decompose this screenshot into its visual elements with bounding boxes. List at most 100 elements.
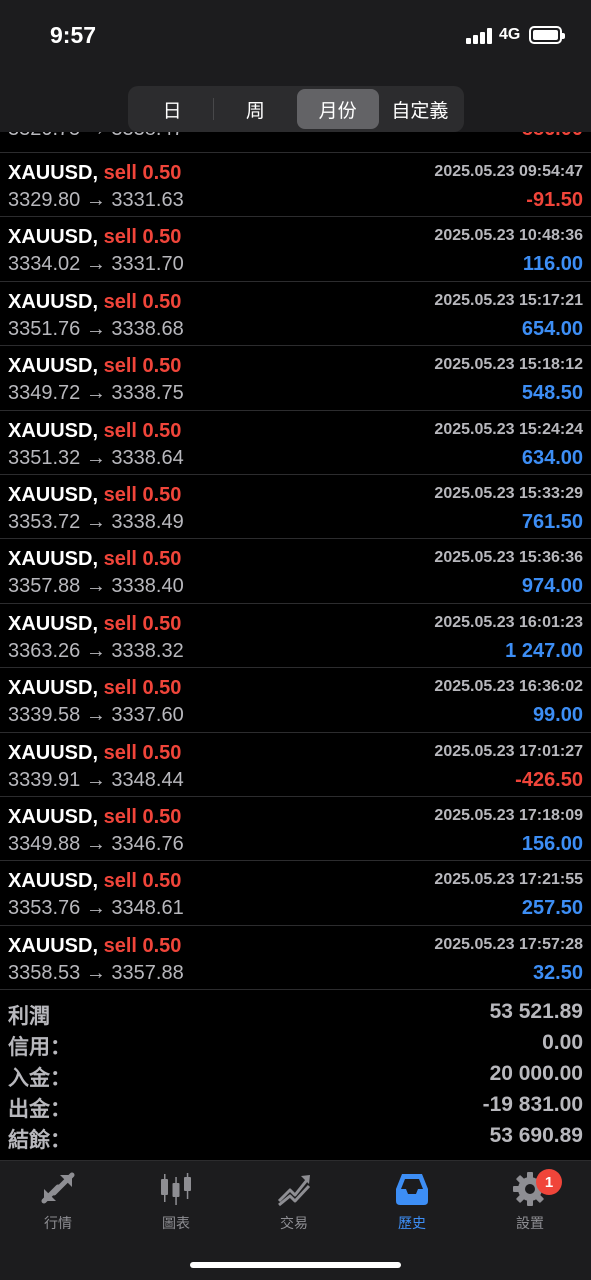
trade-row[interactable]: XAUUSD, sell 0.50 2025.05.23 15:33:29 3353… [0, 475, 591, 540]
trade-side-volume: sell 0.50 [103, 677, 182, 700]
trade-prices: 3339.91 → 3348.44 [8, 768, 184, 791]
trade-prices: 3351.76 → 3338.68 [8, 317, 184, 340]
segment-month[interactable]: 月份 [296, 89, 379, 129]
tab-trade[interactable]: 交易 [244, 1171, 344, 1241]
trade-row[interactable]: XAUUSD, sell 0.50 2025.05.23 16:36:02 3339… [0, 668, 591, 733]
tab-charts-label: 圖表 [162, 1215, 190, 1231]
trade-row[interactable]: XAUUSD, sell 0.50 2025.05.23 17:21:55 3353… [0, 861, 591, 926]
trade-symbol: XAUUSD, [8, 226, 99, 249]
tab-settings-label: 設置 [516, 1215, 544, 1231]
trade-symbol: XAUUSD, [8, 290, 99, 313]
trade-side-volume: sell 0.50 [103, 934, 182, 957]
trade-row-partial[interactable]: 3320.75 → 3338.47 -886.00 [0, 132, 591, 153]
trade-profit: 116.00 [522, 253, 583, 276]
trade-side-volume: sell 0.50 [103, 612, 182, 635]
home-indicator[interactable] [190, 1262, 401, 1268]
trade-symbol: XAUUSD, [8, 677, 99, 700]
trade-prices: 3363.26 → 3338.32 [8, 639, 184, 662]
trade-side-volume: sell 0.50 [103, 548, 182, 571]
trade-symbol-line: XAUUSD, sell 0.50 [8, 548, 181, 571]
tab-settings[interactable]: 1 設置 [480, 1169, 580, 1241]
summary-value: -19 831.00 [482, 1093, 583, 1116]
trade-symbol-line: XAUUSD, sell 0.50 [8, 613, 181, 636]
trade-row[interactable]: XAUUSD, sell 0.50 2025.05.23 17:57:28 3358… [0, 926, 591, 991]
trade-profit: 974.00 [521, 575, 583, 598]
trade-prices: 3329.80 → 3331.63 [8, 189, 184, 211]
trade-profit: -426.50 [515, 768, 583, 791]
summary-label: 結餘： [8, 1129, 71, 1152]
trade-close-time: 2025.05.23 17:18:09 [434, 806, 583, 824]
summary-value: 53 521.89 [489, 1000, 583, 1023]
trade-prices: 3358.53 → 3357.88 [8, 961, 184, 984]
top-bar: 9:57 4G 日 周 月份 自定義 [0, 0, 591, 132]
trade-symbol-line: XAUUSD, sell 0.50 [8, 226, 181, 249]
trade-row[interactable]: XAUUSD, sell 0.50 2025.05.23 15:18:12 3349… [0, 346, 591, 411]
trade-row[interactable]: XAUUSD, sell 0.50 2025.05.23 16:01:23 3363… [0, 604, 591, 669]
trade-symbol: XAUUSD, [8, 548, 99, 571]
trade-symbol: XAUUSD, [8, 162, 99, 184]
trade-prices: 3339.58 → 3337.60 [8, 704, 184, 727]
segment-custom[interactable]: 自定義 [379, 89, 461, 129]
summary-label: 利潤 [8, 1005, 50, 1028]
trade-profit: 548.50 [521, 382, 583, 405]
trade-symbol: XAUUSD, [8, 741, 99, 764]
trade-symbol: XAUUSD, [8, 612, 99, 635]
trade-close-time: 2025.05.23 16:36:02 [434, 678, 583, 696]
trade-row[interactable]: XAUUSD, sell 0.50 2025.05.23 10:48:36 3334… [0, 217, 591, 282]
trade-prices: 3334.02 → 3331.70 [8, 253, 184, 276]
trade-row[interactable]: XAUUSD, sell 0.50 2025.05.23 17:01:27 3339… [0, 733, 591, 797]
trade-history-list: 3320.75 → 3338.47 -886.00 XAUUSD, sell 0.5… [0, 132, 591, 991]
trade-close-time: 2025.05.23 09:54:47 [434, 163, 583, 180]
trade-symbol-line: XAUUSD, sell 0.50 [8, 677, 181, 700]
trade-prices: 3357.88 → 3338.40 [8, 575, 184, 598]
segment-week[interactable]: 周 [214, 89, 296, 129]
summary-row: 信用： 0.00 [0, 1031, 591, 1062]
summary-row: 入金： 20 000.00 [0, 1062, 591, 1093]
trade-symbol: XAUUSD, [8, 355, 99, 378]
trade-prices: 3349.72 → 3338.75 [8, 382, 184, 405]
trade-close-time: 2025.05.23 10:48:36 [434, 227, 583, 245]
tab-quotes-label: 行情 [44, 1215, 72, 1231]
trade-symbol: XAUUSD, [8, 870, 99, 893]
trade-row[interactable]: XAUUSD, sell 0.50 2025.05.23 15:24:24 3351… [0, 411, 591, 475]
summary-row: 出金： -19 831.00 [0, 1093, 591, 1124]
chart-icon [161, 1173, 191, 1205]
trade-row[interactable]: XAUUSD, sell 0.50 2025.05.23 15:17:21 3351… [0, 282, 591, 347]
trade-profit: 156.00 [521, 832, 583, 855]
cellular-signal-icon [466, 28, 494, 44]
trade-row[interactable]: XAUUSD, sell 0.50 2025.05.23 17:18:09 3349… [0, 797, 591, 862]
network-type: 4G [499, 26, 521, 43]
trade-side-volume: sell 0.50 [103, 290, 182, 313]
trade-prices: 3351.32 → 3338.64 [8, 446, 184, 469]
trade-row[interactable]: XAUUSD, sell 0.50 2025.05.23 15:36:36 3357… [0, 539, 591, 604]
trade-close-time: 2025.05.23 17:57:28 [434, 935, 583, 953]
trade-symbol-line: XAUUSD, sell 0.50 [8, 355, 181, 378]
trade-close-time: 2025.05.23 15:36:36 [434, 549, 583, 567]
trade-profit: 634.00 [521, 446, 583, 469]
trade-symbol-line: XAUUSD, sell 0.50 [8, 484, 181, 507]
trade-side-volume: sell 0.50 [103, 226, 182, 249]
trade-symbol-line: XAUUSD, sell 0.50 [8, 291, 181, 314]
trade-profit: 32.50 [532, 961, 583, 984]
segment-day[interactable]: 日 [131, 89, 213, 129]
trade-symbol: XAUUSD, [8, 483, 99, 506]
trade-profit: 761.50 [521, 510, 583, 533]
tab-trade-label: 交易 [280, 1215, 308, 1231]
trade-close-time: 2025.05.23 15:24:24 [434, 420, 583, 438]
trade-close-time: 2025.05.23 15:18:12 [434, 356, 583, 374]
settings-notification-badge: 1 [536, 1169, 562, 1195]
trade-symbol-line: XAUUSD, sell 0.50 [8, 806, 181, 829]
tab-quotes[interactable]: 行情 [8, 1171, 108, 1241]
quotes-icon [41, 1172, 75, 1204]
tab-charts[interactable]: 圖表 [126, 1171, 226, 1241]
tab-history[interactable]: 歷史 [362, 1171, 462, 1241]
trade-symbol-line: XAUUSD, sell 0.50 [8, 742, 181, 765]
trade-close-time: 2025.05.23 15:17:21 [434, 291, 583, 309]
history-icon [396, 1174, 428, 1205]
trade-row[interactable]: XAUUSD, sell 0.50 2025.05.23 09:54:47 3329… [0, 153, 591, 218]
trade-profit: 257.50 [521, 897, 583, 920]
battery-icon [529, 26, 565, 44]
period-segmented-control: 日 周 月份 自定義 [128, 86, 464, 132]
trade-symbol: XAUUSD, [8, 419, 99, 442]
trade-symbol-line: XAUUSD, sell 0.50 [8, 162, 181, 185]
